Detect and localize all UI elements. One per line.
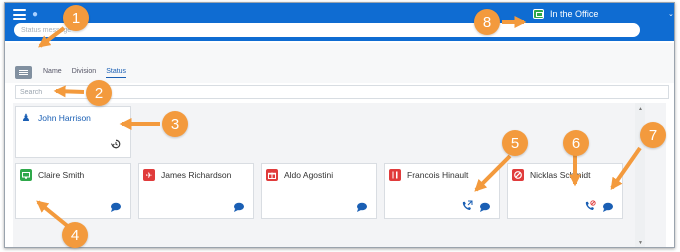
callout-4: 4 <box>62 222 88 248</box>
callout-8: 8 <box>474 9 500 35</box>
callout-2: 2 <box>86 80 112 106</box>
callout-6: 6 <box>563 130 589 156</box>
callout-arrows <box>36 16 642 230</box>
callout-5: 5 <box>502 130 528 156</box>
callout-7: 7 <box>640 122 666 148</box>
callout-3: 3 <box>162 111 188 137</box>
callout-1: 1 <box>63 5 89 31</box>
